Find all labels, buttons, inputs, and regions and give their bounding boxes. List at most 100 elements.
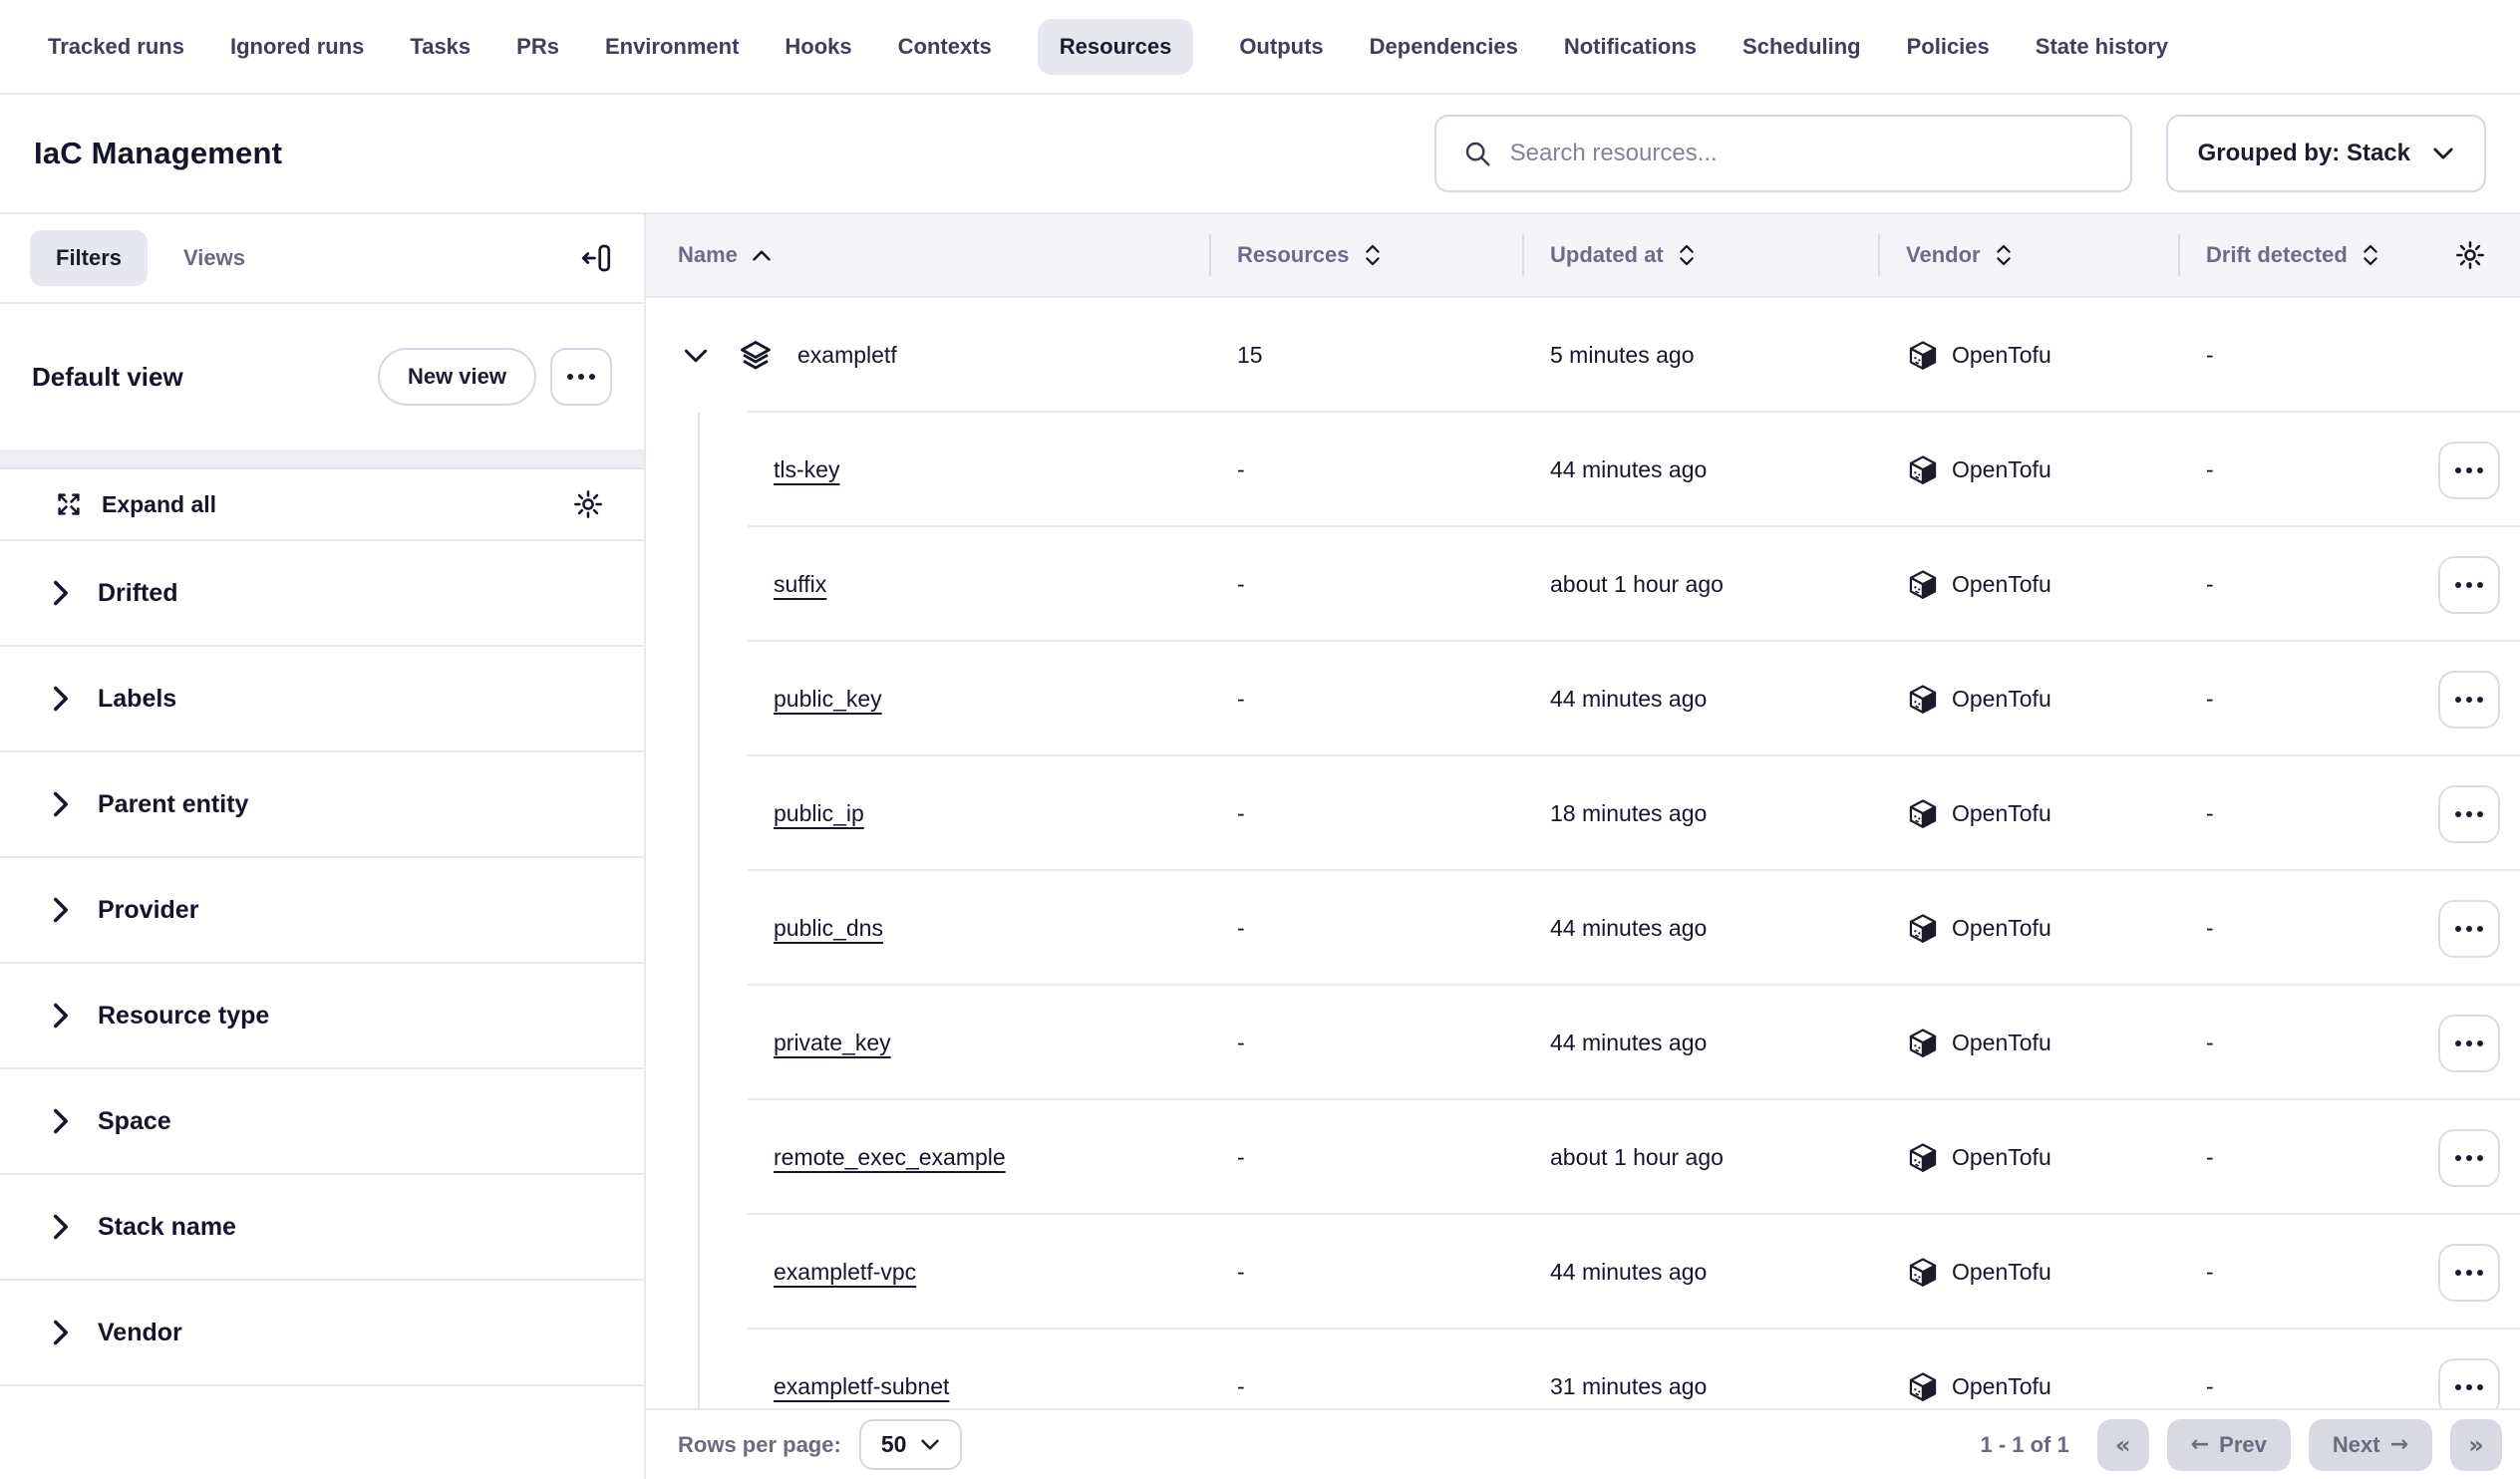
resource-link[interactable]: public_dns xyxy=(774,915,883,942)
prev-page-button[interactable]: ← Prev xyxy=(2167,1419,2291,1471)
sort-icon[interactable] xyxy=(2362,242,2379,268)
tab-ignored-runs[interactable]: Ignored runs xyxy=(230,34,364,60)
sort-icon[interactable] xyxy=(1995,242,2013,268)
opentofu-logo xyxy=(1906,1256,1940,1290)
resource-link[interactable]: tls-key xyxy=(774,456,839,483)
row-menu-button[interactable] xyxy=(2438,556,2500,614)
row-menu-button[interactable] xyxy=(2438,1015,2500,1072)
tab-resources[interactable]: Resources xyxy=(1038,19,1194,75)
vendor-name: OpenTofu xyxy=(1952,1373,2051,1400)
resources-count: - xyxy=(1209,1030,1522,1056)
vendor-name: OpenTofu xyxy=(1952,686,2051,713)
sidebar-tab-filters[interactable]: Filters xyxy=(30,230,148,286)
tab-policies[interactable]: Policies xyxy=(1907,34,1990,60)
table-body: exampletf 15 5 minutes ago xyxy=(646,298,2520,1408)
tab-prs[interactable]: PRs xyxy=(516,34,559,60)
filter-section-parent-entity[interactable]: Parent entity xyxy=(0,752,644,858)
row-menu-button[interactable] xyxy=(2438,671,2500,729)
next-page-button[interactable]: Next → xyxy=(2309,1419,2432,1471)
table-footer: Rows per page: 50 1 - 1 of 1 « ← Prev Ne… xyxy=(646,1408,2520,1479)
chevron-down-icon xyxy=(2432,147,2454,160)
resource-link[interactable]: remote_exec_example xyxy=(774,1144,1006,1171)
row-menu-button[interactable] xyxy=(2438,1244,2500,1302)
resources-count: 15 xyxy=(1209,342,1522,369)
rows-per-page-value: 50 xyxy=(881,1431,907,1458)
opentofu-logo xyxy=(1906,797,1940,831)
opentofu-logo xyxy=(1906,683,1940,717)
sort-asc-icon[interactable] xyxy=(752,249,772,262)
row-menu-button[interactable] xyxy=(2438,1129,2500,1187)
filter-section-vendor[interactable]: Vendor xyxy=(0,1281,644,1386)
opentofu-logo xyxy=(1906,568,1940,602)
chevron-right-icon xyxy=(52,579,70,607)
sort-icon[interactable] xyxy=(1678,242,1696,268)
expand-all-button[interactable]: Expand all xyxy=(54,489,216,519)
updated-at: 44 minutes ago xyxy=(1522,686,1878,713)
sidebar-divider-band xyxy=(0,449,644,469)
column-header-drift-detected: Drift detected xyxy=(2206,242,2348,268)
tab-contexts[interactable]: Contexts xyxy=(898,34,992,60)
layers-icon xyxy=(738,338,774,374)
filter-label: Vendor xyxy=(98,1319,182,1347)
opentofu-logo xyxy=(1906,1027,1940,1060)
sidebar-tab-views[interactable]: Views xyxy=(158,230,271,286)
tab-dependencies[interactable]: Dependencies xyxy=(1370,34,1518,60)
filter-section-drifted[interactable]: Drifted xyxy=(0,541,644,647)
filter-section-stack-name[interactable]: Stack name xyxy=(0,1175,644,1281)
tab-tasks[interactable]: Tasks xyxy=(410,34,471,60)
resource-link[interactable]: exampletf-subnet xyxy=(774,1373,949,1400)
resource-link[interactable]: public_key xyxy=(774,686,882,713)
filter-section-space[interactable]: Space xyxy=(0,1069,644,1175)
tab-tracked-runs[interactable]: Tracked runs xyxy=(48,34,184,60)
resource-link[interactable]: exampletf-vpc xyxy=(774,1259,916,1286)
grouped-by-dropdown[interactable]: Grouped by: Stack xyxy=(2166,115,2486,192)
last-page-button[interactable]: » xyxy=(2450,1419,2502,1471)
updated-at: 44 minutes ago xyxy=(1522,1259,1878,1286)
row-menu-button[interactable] xyxy=(2438,785,2500,843)
row-menu-button[interactable] xyxy=(2438,900,2500,958)
more-icon xyxy=(2455,467,2483,473)
filter-section-labels[interactable]: Labels xyxy=(0,647,644,752)
gear-icon xyxy=(2454,239,2486,271)
drift-value: - xyxy=(2178,1144,2437,1171)
search-input[interactable] xyxy=(1510,140,2104,167)
tab-scheduling[interactable]: Scheduling xyxy=(1742,34,1861,60)
tab-environment[interactable]: Environment xyxy=(605,34,739,60)
resource-row: remote_exec_example - about 1 hour ago O… xyxy=(646,1100,2520,1215)
filter-section-provider[interactable]: Provider xyxy=(0,858,644,964)
resources-count: - xyxy=(1209,686,1522,713)
opentofu-logo xyxy=(1906,453,1940,487)
vendor-name: OpenTofu xyxy=(1952,1144,2051,1171)
resource-link[interactable]: suffix xyxy=(774,571,826,598)
view-more-button[interactable] xyxy=(550,348,612,406)
updated-at: about 1 hour ago xyxy=(1522,1144,1878,1171)
filters-settings-button[interactable] xyxy=(572,488,604,520)
tab-hooks[interactable]: Hooks xyxy=(785,34,851,60)
rows-per-page-select[interactable]: 50 xyxy=(859,1419,963,1470)
top-tab-bar: Tracked runs Ignored runs Tasks PRs Envi… xyxy=(0,0,2520,95)
tab-outputs[interactable]: Outputs xyxy=(1239,34,1323,60)
more-icon xyxy=(2455,926,2483,932)
new-view-button[interactable]: New view xyxy=(378,348,536,406)
drift-value: - xyxy=(2178,1259,2437,1286)
tab-notifications[interactable]: Notifications xyxy=(1564,34,1697,60)
opentofu-logo xyxy=(1906,339,1940,373)
row-menu-button[interactable] xyxy=(2438,442,2500,499)
resource-link[interactable]: private_key xyxy=(774,1030,891,1056)
chevron-right-icon xyxy=(52,790,70,818)
collapse-sidebar-button[interactable] xyxy=(578,240,614,276)
row-menu-button[interactable] xyxy=(2438,1358,2500,1409)
resources-count: - xyxy=(1209,1259,1522,1286)
tab-state-history[interactable]: State history xyxy=(2036,34,2168,60)
resource-link[interactable]: public_ip xyxy=(774,800,864,827)
search-box[interactable] xyxy=(1434,115,2132,192)
sort-icon[interactable] xyxy=(1364,242,1382,268)
first-page-button[interactable]: « xyxy=(2097,1419,2149,1471)
more-icon xyxy=(2455,1270,2483,1276)
drift-value: - xyxy=(2178,342,2437,369)
collapse-group-button[interactable] xyxy=(678,348,714,364)
vendor-name: OpenTofu xyxy=(1952,1259,2051,1286)
filter-section-resource-type[interactable]: Resource type xyxy=(0,964,644,1069)
table-settings-button[interactable] xyxy=(2454,239,2486,271)
more-icon xyxy=(2455,1155,2483,1161)
